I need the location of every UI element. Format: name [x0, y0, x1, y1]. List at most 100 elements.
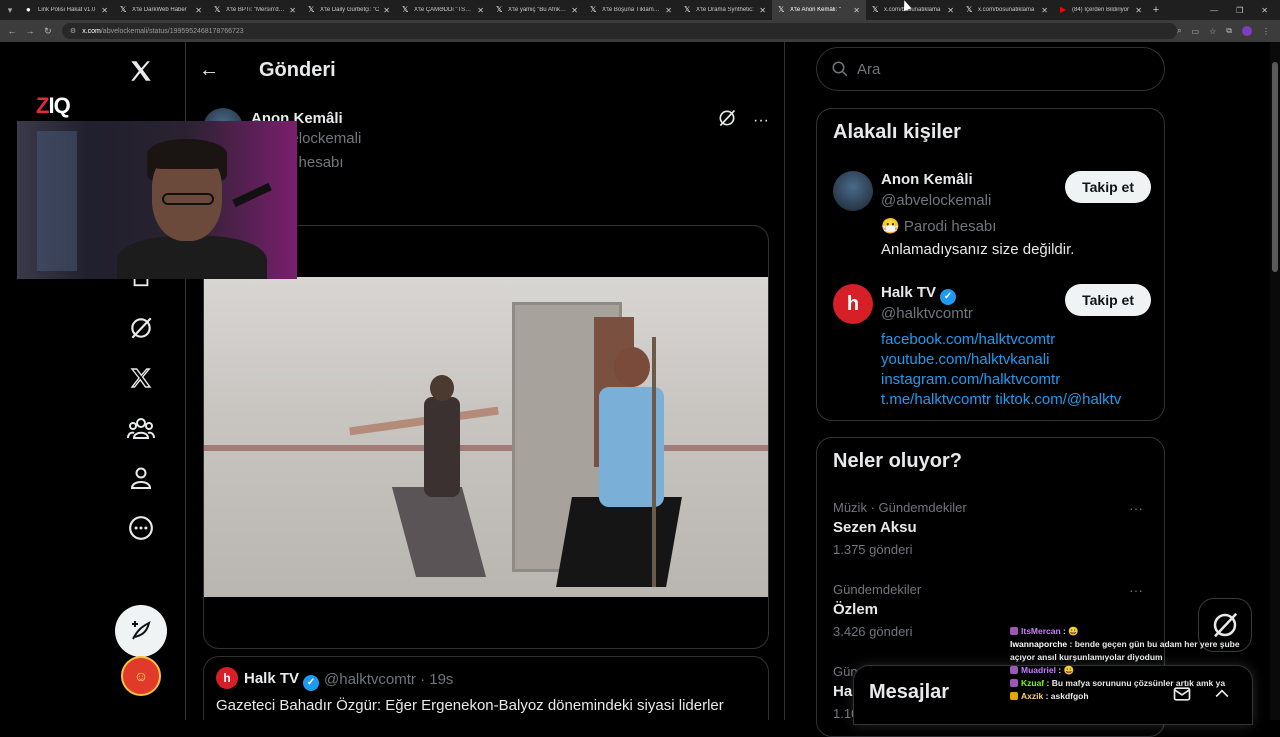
browser-tab[interactable]: 𝕏 X'te DarkWeb Haber ✕ [114, 0, 208, 20]
back-icon[interactable]: ← [6, 26, 18, 36]
tab-close-icon[interactable]: ✕ [477, 6, 484, 15]
address-bar: ← → ↻ ⚙ x.com/abvelockemali/status/19959… [0, 20, 1280, 42]
reply-author-handle[interactable]: @halktvcomtr · 19s [324, 671, 453, 688]
trend-more-icon[interactable]: ··· [1129, 582, 1143, 598]
back-arrow-icon[interactable]: ← [199, 59, 249, 82]
compose-post-button[interactable] [115, 605, 167, 657]
trend-meta: Müzik · Gündemdekiler [833, 500, 967, 515]
related-person[interactable]: Anon Kemâli @abvelockemali 😷 Parodi hesa… [833, 171, 1151, 271]
profile-avatar[interactable] [1242, 26, 1252, 36]
browser-tab-active[interactable]: 𝕏 X'te Anon Kemâli: " ✕ [772, 0, 866, 20]
tab-close-icon[interactable]: ✕ [101, 6, 108, 15]
browser-tab[interactable]: 𝕏 X'te Drama Synthetic: ✕ [678, 0, 772, 20]
person-name[interactable]: Halk TV ✓ [881, 284, 957, 305]
communities-icon[interactable] [116, 403, 166, 453]
bio-link[interactable]: instagram.com/halktvcomtr [881, 371, 1060, 388]
tab-title: x.com/bosunatiklama [884, 7, 941, 13]
mask-icon: 😷 [881, 218, 904, 235]
bio-link[interactable]: t.me/halktvcomtr tiktok.com/@halktv [881, 391, 1121, 408]
restore-icon[interactable]: ❐ [1236, 6, 1243, 15]
tab-title: X'te DarkWeb Haber [132, 7, 187, 13]
search-box[interactable] [816, 47, 1165, 91]
person-avatar[interactable] [833, 171, 873, 211]
browser-tab[interactable]: 𝕏x.com/bosunatiklama ✕ [960, 0, 1054, 20]
new-tab-button[interactable]: + [1148, 4, 1164, 16]
grok-explain-icon[interactable] [717, 108, 737, 133]
close-window-icon[interactable]: ✕ [1261, 6, 1268, 15]
browser-tab[interactable]: 𝕏 X'te Daily Gurbetçi: "C ✕ [302, 0, 396, 20]
tab-close-icon[interactable]: ✕ [571, 6, 578, 15]
x-favicon-icon: 𝕏 [778, 5, 785, 14]
reload-icon[interactable]: ↻ [42, 26, 54, 37]
related-person[interactable]: h Halk TV ✓ @halktvcomtr facebook.com/hal… [833, 284, 1151, 414]
page-scrollbar[interactable] [1270, 42, 1280, 720]
tab-search-icon[interactable]: ▾ [0, 0, 20, 20]
extensions-icon[interactable]: ⧉ [1226, 26, 1232, 36]
x-favicon-icon: 𝕏 [308, 5, 315, 14]
profile-icon[interactable] [116, 453, 166, 503]
grok-icon[interactable] [116, 303, 166, 353]
tab-close-icon[interactable]: ✕ [289, 6, 296, 15]
bookmark-star-icon[interactable]: ☆ [1209, 27, 1216, 36]
site-info-icon[interactable]: ⚙ [70, 27, 76, 35]
browser-tab[interactable]: 𝕏 X'te ÇAMƏDDi "TSK S ✕ [396, 0, 490, 20]
page-title: Gönderi [259, 58, 336, 81]
url-path: /abvelockemali/status/199595246817876672… [100, 27, 244, 35]
tweet-more-icon[interactable]: ··· [753, 112, 769, 130]
tab-close-icon[interactable]: ✕ [759, 6, 766, 15]
follow-button[interactable]: Takip et [1065, 284, 1151, 316]
browser-menu-icon[interactable]: ⋮ [1262, 27, 1270, 36]
video-player[interactable] [204, 277, 768, 597]
browser-tab[interactable]: 𝕏x.com/bosunatiklama ✕ [866, 0, 960, 20]
person-name[interactable]: Anon Kemâli [881, 171, 973, 188]
x-favicon-icon: 𝕏 [590, 5, 597, 14]
cast-icon[interactable]: ▭ [1192, 27, 1200, 36]
search-input[interactable] [857, 60, 1137, 78]
scrollbar-thumb[interactable] [1272, 62, 1278, 272]
tab-title: X'te Drama Synthetic: [696, 7, 754, 13]
x-favicon-icon: 𝕏 [496, 5, 503, 14]
browser-tab[interactable]: 𝕏 X'te Boşuna Tıklama: " ✕ [584, 0, 678, 20]
tab-close-icon[interactable]: ✕ [947, 6, 954, 15]
tab-close-icon[interactable]: ✕ [853, 6, 860, 15]
quoted-tweet[interactable]: h Halk TV ✓ @halktvcomtr · 19s Gazeteci B… [203, 656, 769, 720]
chat-message: Muadriel : 😀 [1010, 664, 1270, 677]
tab-close-icon[interactable]: ✕ [665, 6, 672, 15]
reply-author-avatar[interactable]: h [216, 667, 238, 689]
reply-author-name[interactable]: Halk TV ✓ [244, 670, 320, 691]
url-field[interactable]: ⚙ x.com/abvelockemali/status/19959524681… [61, 23, 1178, 39]
browser-tab[interactable]: ▶ (84) İçerden Bildiriyor ✕ [1054, 0, 1148, 20]
trend-more-icon[interactable]: ··· [1129, 500, 1143, 516]
zoom-icon[interactable]: ⌕ [1177, 26, 1181, 36]
tab-title: X'te Anon Kemâli: " [790, 7, 841, 13]
more-options-icon[interactable] [116, 503, 166, 553]
trend-name: Sezen Aksu [833, 519, 917, 536]
browser-tab[interactable]: 𝕏 X'te BPTi: "Mersin'de b ✕ [208, 0, 302, 20]
x-logo-icon[interactable] [116, 46, 166, 96]
forward-icon[interactable]: → [24, 26, 36, 36]
chat-message: Iwannaporche : bende geçen gün bu adam h… [1010, 639, 1240, 649]
premium-x-icon[interactable] [116, 353, 166, 403]
bio-link[interactable]: facebook.com/halktvcomtr [881, 331, 1055, 348]
sub-badge-icon [1010, 666, 1018, 674]
halktv-avatar[interactable]: h [833, 284, 873, 324]
tweet-media-card[interactable] [203, 225, 769, 649]
x-favicon-icon: 𝕏 [872, 5, 879, 14]
streamer-logo: ZIQ [36, 93, 71, 118]
person-handle[interactable]: @halktvcomtr [881, 305, 973, 322]
tab-close-icon[interactable]: ✕ [383, 6, 390, 15]
tab-close-icon[interactable]: ✕ [1135, 6, 1142, 15]
tab-close-icon[interactable]: ✕ [1041, 6, 1048, 15]
tab-close-icon[interactable]: ✕ [195, 6, 202, 15]
minimize-icon[interactable]: — [1210, 6, 1218, 15]
browser-tab[interactable]: 𝕏 X'te yamiç "Bu Afrika/A ✕ [490, 0, 584, 20]
person-handle[interactable]: @abvelockemali [881, 192, 991, 209]
page-header: ← Gönderi [187, 42, 784, 98]
follow-button[interactable]: Takip et [1065, 171, 1151, 203]
account-avatar[interactable]: ☺ [121, 656, 161, 696]
bio-link[interactable]: youtube.com/halktvkanali [881, 351, 1049, 368]
trend-item[interactable]: Müzik · Gündemdekiler Sezen Aksu 1.375 g… [833, 500, 1151, 557]
reply-text: Gazeteci Bahadır Özgür: Eğer Ergenekon-B… [216, 697, 724, 714]
sub-badge-icon [1010, 627, 1018, 635]
browser-tab[interactable]: ● Link Polisi Hakat v1.0 ✕ [20, 0, 114, 20]
